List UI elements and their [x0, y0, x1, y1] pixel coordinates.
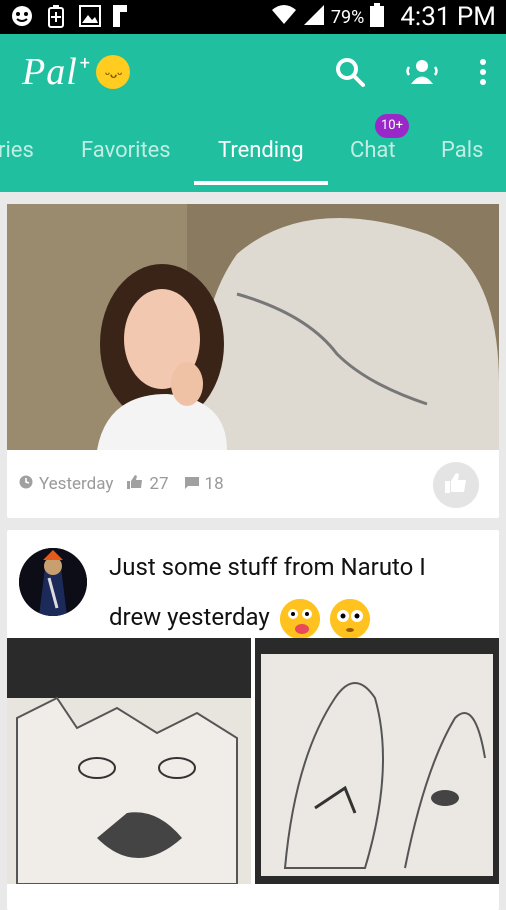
clock: 4:31 PM [400, 2, 496, 32]
people-icon[interactable] [404, 57, 440, 91]
post-meta: Yesterday 27 18 [19, 474, 224, 494]
tab-favorites[interactable]: Favorites [81, 138, 171, 163]
post-title: Just some stuff from Naruto I drew yeste… [109, 542, 469, 642]
post-photo[interactable] [7, 204, 499, 450]
status-bar: 79% 4:31 PM [0, 0, 506, 34]
image-icon [78, 4, 102, 28]
post-title-text: Just some stuff from Naruto I drew yeste… [109, 553, 426, 631]
clock-icon [19, 474, 33, 494]
comment-icon [184, 474, 199, 494]
tab-bar: ries Favorites Trending Chat Pals [0, 126, 506, 192]
thumbs-up-icon [127, 474, 143, 494]
post-card[interactable]: Yesterday 27 18 [7, 204, 499, 518]
brand-plus: + [79, 52, 90, 74]
avatar[interactable] [19, 548, 87, 616]
signal-icon [303, 4, 325, 31]
tab-chat[interactable]: Chat [350, 138, 396, 163]
tab-pals[interactable]: Pals [441, 138, 483, 163]
app-logo: Pal + ᵕᴗᵕ [22, 50, 130, 94]
thumbs-up-icon [445, 473, 467, 497]
comment-count: 18 [204, 474, 224, 494]
tab-stories[interactable]: ries [0, 138, 34, 163]
wifi-icon [271, 4, 297, 31]
tongue-out-emoji-icon [279, 598, 320, 639]
flushed-emoji-icon [329, 598, 370, 639]
search-icon[interactable] [334, 56, 366, 92]
post-time: Yesterday [39, 474, 114, 494]
active-tab-indicator [194, 181, 328, 185]
brand-name: Pal [22, 51, 78, 93]
app-bar: Pal + ᵕᴗᵕ ries Favorites Trending Chat P… [0, 34, 506, 192]
tab-trending[interactable]: Trending [218, 138, 304, 163]
more-vert-icon[interactable] [478, 57, 488, 91]
post-photo[interactable] [7, 638, 251, 884]
face-icon [10, 4, 34, 28]
battery-saver-icon [44, 4, 68, 28]
mascot-face-icon: ᵕᴗᵕ [96, 55, 130, 89]
post-photo[interactable] [255, 638, 499, 884]
like-button[interactable] [433, 462, 479, 508]
post-card[interactable]: Just some stuff from Naruto I drew yeste… [7, 530, 499, 910]
chat-unread-badge: 10+ [375, 114, 409, 138]
battery-icon [370, 2, 385, 32]
like-count: 27 [149, 474, 169, 494]
flipboard-icon [112, 4, 136, 28]
battery-percent: 79% [330, 6, 365, 28]
